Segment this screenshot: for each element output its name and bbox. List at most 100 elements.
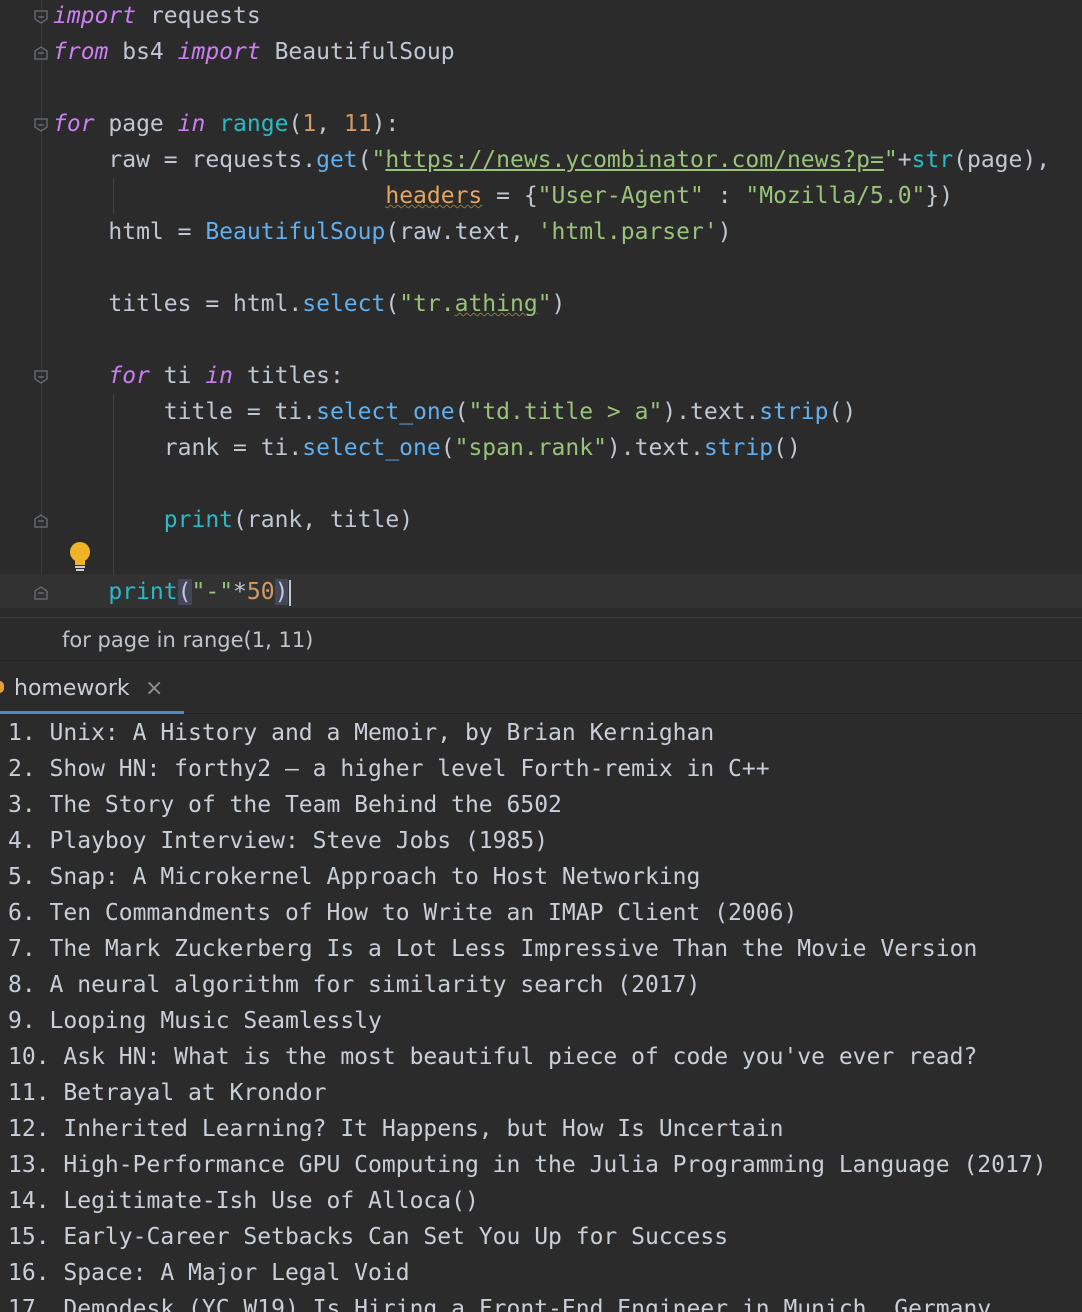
code-token: BeautifulSoup <box>205 219 386 245</box>
code-token: from <box>53 39 109 65</box>
code-token: "td.title > a" <box>468 399 663 425</box>
code-token: () <box>773 435 801 461</box>
code-token: BeautifulSoup <box>260 39 455 65</box>
fold-marker-icon[interactable] <box>34 46 48 60</box>
code-token: select <box>302 291 386 317</box>
console-line: 13. High-Performance GPU Computing in th… <box>8 1152 1047 1178</box>
console-line: 5. Snap: A Microkernel Approach to Host … <box>8 864 701 890</box>
close-icon[interactable]: × <box>145 662 163 716</box>
code-token: athing <box>454 291 538 317</box>
code-line: from bs4 import BeautifulSoup <box>53 34 455 70</box>
code-token: ) <box>274 579 289 605</box>
code-token: rank = ti. <box>53 435 303 461</box>
console-line: 14. Legitimate-Ish Use of Alloca() <box>8 1188 479 1214</box>
code-token: "span.rank" <box>454 435 607 461</box>
console-line: 4. Playboy Interview: Steve Jobs (1985) <box>8 828 549 854</box>
code-token: in <box>177 111 206 137</box>
run-config-icon <box>0 681 4 693</box>
code-line: title = ti.select_one("td.title > a").te… <box>53 394 856 430</box>
code-token: for <box>108 363 150 389</box>
code-token: () <box>828 399 857 425</box>
code-token: + <box>897 147 912 173</box>
code-line: print("-"*50) <box>53 574 292 608</box>
active-tab-indicator <box>0 711 184 714</box>
code-line: rank = ti.select_one("span.rank").text.s… <box>53 430 801 466</box>
code-token: https://news.ycombinator.com/news?p= <box>385 147 884 173</box>
code-token: "tr. <box>399 291 455 317</box>
code-token: ( <box>454 399 469 425</box>
code-token: raw = requests. <box>53 147 317 173</box>
code-token: print <box>108 579 178 605</box>
breadcrumb[interactable]: for page in range(1, 11) <box>0 617 1082 661</box>
code-token: "-" <box>191 579 234 605</box>
code-token: range <box>219 111 289 137</box>
code-token: "Mozilla/5.0" <box>745 183 926 209</box>
code-token: ).text. <box>606 435 704 461</box>
code-token: select_one <box>302 435 441 461</box>
code-line: print(rank, title) <box>53 502 413 538</box>
code-token: strip <box>703 435 774 461</box>
code-token: headers <box>385 183 483 209</box>
console-line: 7. The Mark Zuckerberg Is a Lot Less Imp… <box>8 936 978 962</box>
console-line: 3. The Story of the Team Behind the 6502 <box>8 792 562 818</box>
code-token: 11 <box>343 111 372 137</box>
code-token: ( <box>385 291 400 317</box>
run-console-output[interactable]: 1. Unix: A History and a Memoir, by Bria… <box>0 715 1082 1312</box>
code-token: ti <box>149 363 206 389</box>
code-token: " <box>883 147 898 173</box>
fold-marker-icon[interactable] <box>34 586 48 600</box>
code-token: 50 <box>246 579 275 605</box>
code-token: bs4 <box>108 39 178 65</box>
console-line: 1. Unix: A History and a Memoir, by Bria… <box>8 720 715 746</box>
code-line: import requests <box>53 0 261 34</box>
code-token: get <box>316 147 358 173</box>
code-token: = { <box>482 183 538 209</box>
tab-homework[interactable]: homework × <box>0 662 184 714</box>
code-line: for page in range(1, 11): <box>53 106 399 142</box>
code-token: requests <box>136 3 261 29</box>
fold-marker-icon[interactable] <box>34 370 48 384</box>
code-token: }) <box>925 183 954 209</box>
code-token: ( <box>288 111 303 137</box>
code-line: titles = html.select("tr.athing") <box>53 286 565 322</box>
code-token: str <box>911 147 954 173</box>
code-token: print <box>163 507 234 533</box>
run-tool-window-tabs: homework × <box>0 662 1082 714</box>
fold-marker-icon[interactable] <box>34 514 48 528</box>
code-token: html = <box>53 219 206 245</box>
console-line: 8. A neural algorithm for similarity sea… <box>8 972 701 998</box>
code-token: , <box>316 111 344 137</box>
code-line: raw = requests.get( "https://news.ycombin… <box>53 142 1050 178</box>
console-line: 17. Demodesk (YC W19) Is Hiring a Front-… <box>8 1296 992 1312</box>
code-line: headers = {"User-Agent" : "Mozilla/5.0"}… <box>53 178 953 214</box>
code-token: 1 <box>302 111 317 137</box>
editor-bottom-edge <box>0 608 1082 617</box>
code-token: "User-Agent" <box>537 183 704 209</box>
code-token: select_one <box>316 399 455 425</box>
code-token: for <box>53 111 95 137</box>
code-token: ( <box>177 579 192 605</box>
fold-marker-icon[interactable] <box>34 118 48 132</box>
lightbulb-icon[interactable] <box>66 541 94 573</box>
code-token: ( <box>357 147 372 173</box>
code-token: * <box>233 579 247 605</box>
code-token: (raw.text, <box>385 219 538 245</box>
code-token: import <box>177 39 261 65</box>
console-line: 6. Ten Commandments of How to Write an I… <box>8 900 798 926</box>
code-token: in <box>205 363 234 389</box>
code-token: page <box>94 111 178 137</box>
code-token: " <box>537 291 552 317</box>
code-token: ): <box>371 111 400 137</box>
code-editor[interactable]: import requests from bs4 import Beautiful… <box>0 0 1082 608</box>
console-line: 2. Show HN: forthy2 – a higher level For… <box>8 756 770 782</box>
console-line: 9. Looping Music Seamlessly <box>8 1008 382 1034</box>
code-token: : <box>703 183 746 209</box>
code-token: 'html.parser' <box>537 219 718 245</box>
code-token: titles = html. <box>53 291 303 317</box>
code-token: import <box>53 3 137 29</box>
fold-marker-icon[interactable] <box>34 10 48 24</box>
